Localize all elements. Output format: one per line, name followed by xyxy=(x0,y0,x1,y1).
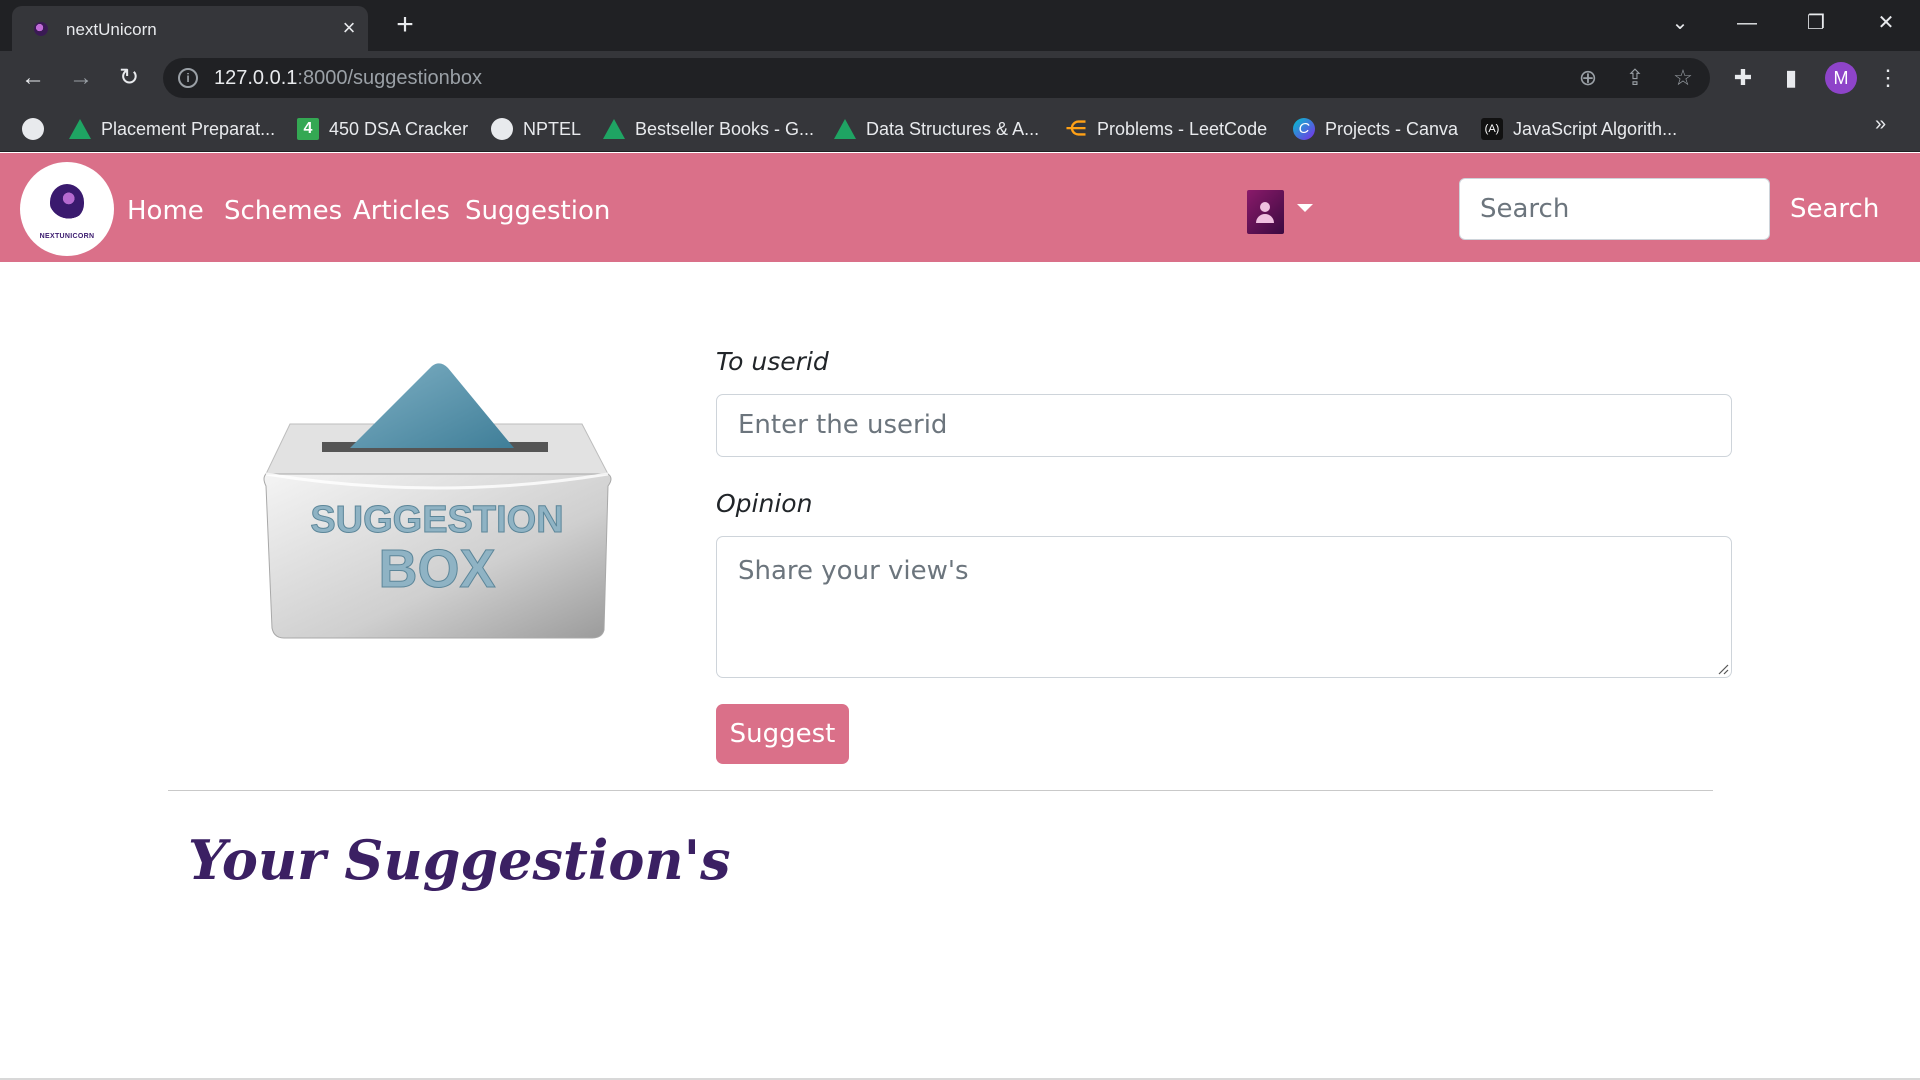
javascript-icon: (A) xyxy=(1481,118,1503,140)
canva-icon: C xyxy=(1293,118,1315,140)
logo-text: NEXTUNICORN xyxy=(39,233,95,240)
restore-icon[interactable]: ❐ xyxy=(1796,8,1836,38)
bookmark-nptel[interactable]: NPTEL xyxy=(491,118,581,140)
dropdown-caret-icon[interactable] xyxy=(1297,204,1313,212)
drive-icon xyxy=(834,119,856,139)
resize-handle-icon[interactable] xyxy=(1717,663,1729,675)
user-icon-body xyxy=(1256,214,1274,223)
your-suggestions-heading: Your Suggestion's xyxy=(188,828,731,892)
opinion-label: Opinion xyxy=(716,489,813,518)
nav-home[interactable]: Home xyxy=(127,196,204,226)
bookmark-javascript[interactable]: (A) JavaScript Algorith... xyxy=(1481,118,1677,140)
tab-close-icon[interactable]: × xyxy=(336,15,362,41)
nav-schemes[interactable]: Schemes xyxy=(224,196,342,226)
nav-suggestion[interactable]: Suggestion xyxy=(465,196,610,226)
userid-label: To userid xyxy=(716,347,829,376)
drive-icon xyxy=(69,119,91,139)
close-window-icon[interactable]: ✕ xyxy=(1866,8,1906,38)
bookmark-star-icon[interactable]: ☆ xyxy=(1670,65,1696,91)
suggest-button[interactable]: Suggest xyxy=(716,704,849,764)
bookmark-bestseller[interactable]: Bestseller Books - G... xyxy=(603,118,814,140)
search-input[interactable]: Search xyxy=(1459,178,1770,240)
unicorn-logo-icon xyxy=(50,184,84,220)
side-panel-icon[interactable]: ▮ xyxy=(1777,64,1805,92)
leetcode-icon: ⋲ xyxy=(1066,118,1086,140)
user-icon xyxy=(1260,202,1270,212)
share-icon[interactable]: ⇪ xyxy=(1622,65,1648,91)
search-button[interactable]: Search xyxy=(1790,178,1890,240)
section-divider xyxy=(168,790,1713,791)
zoom-icon[interactable]: ⊕ xyxy=(1575,65,1601,91)
reload-icon[interactable]: ↻ xyxy=(114,63,144,93)
minimize-icon[interactable]: — xyxy=(1727,8,1767,38)
suggestion-box-illustration: SUGGESTION BOX xyxy=(263,363,612,639)
bookmark-leetcode[interactable]: ⋲ Problems - LeetCode xyxy=(1065,118,1267,140)
dsa-badge-icon: 4 xyxy=(297,118,319,140)
bookmark-dsa[interactable]: 4 450 DSA Cracker xyxy=(297,118,468,140)
forward-icon[interactable]: → xyxy=(66,63,96,93)
tab-search-icon[interactable]: ⌄ xyxy=(1660,8,1700,38)
drive-icon xyxy=(603,119,625,139)
nextunicorn-logo[interactable]: NEXTUNICORN xyxy=(20,162,114,256)
browser-tab[interactable]: nextUnicorn × xyxy=(12,6,368,51)
bookmarks-bar: Placement Preparat... 4 450 DSA Cracker … xyxy=(0,104,1920,152)
illustration-text-line1: SUGGESTION xyxy=(310,499,563,541)
bookmark-apps[interactable] xyxy=(22,118,44,140)
bookmark-placement[interactable]: Placement Preparat... xyxy=(69,118,275,140)
profile-avatar[interactable]: M xyxy=(1825,62,1857,94)
nav-articles[interactable]: Articles xyxy=(353,196,450,226)
bookmarks-overflow-icon[interactable]: » xyxy=(1875,113,1886,136)
globe-icon xyxy=(491,118,513,140)
url-text[interactable]: 127.0.0.1:8000/suggestionbox xyxy=(214,67,482,90)
site-info-icon[interactable]: i xyxy=(178,68,198,88)
tab-title: nextUnicorn xyxy=(66,20,157,39)
menu-icon[interactable]: ⋮ xyxy=(1874,64,1902,92)
user-avatar[interactable] xyxy=(1247,190,1284,234)
illustration-text-line2: BOX xyxy=(378,539,495,599)
back-icon[interactable]: ← xyxy=(18,63,48,93)
new-tab-button[interactable]: + xyxy=(390,10,420,40)
globe-icon xyxy=(22,118,44,140)
bookmark-canva[interactable]: C Projects - Canva xyxy=(1293,118,1458,140)
opinion-textarea[interactable]: Share your view's xyxy=(716,536,1732,678)
userid-input[interactable]: Enter the userid xyxy=(716,394,1732,457)
extensions-icon[interactable]: ✚ xyxy=(1729,64,1757,92)
bookmark-data-structures[interactable]: Data Structures & A... xyxy=(834,118,1039,140)
unicorn-favicon-icon xyxy=(34,22,48,36)
